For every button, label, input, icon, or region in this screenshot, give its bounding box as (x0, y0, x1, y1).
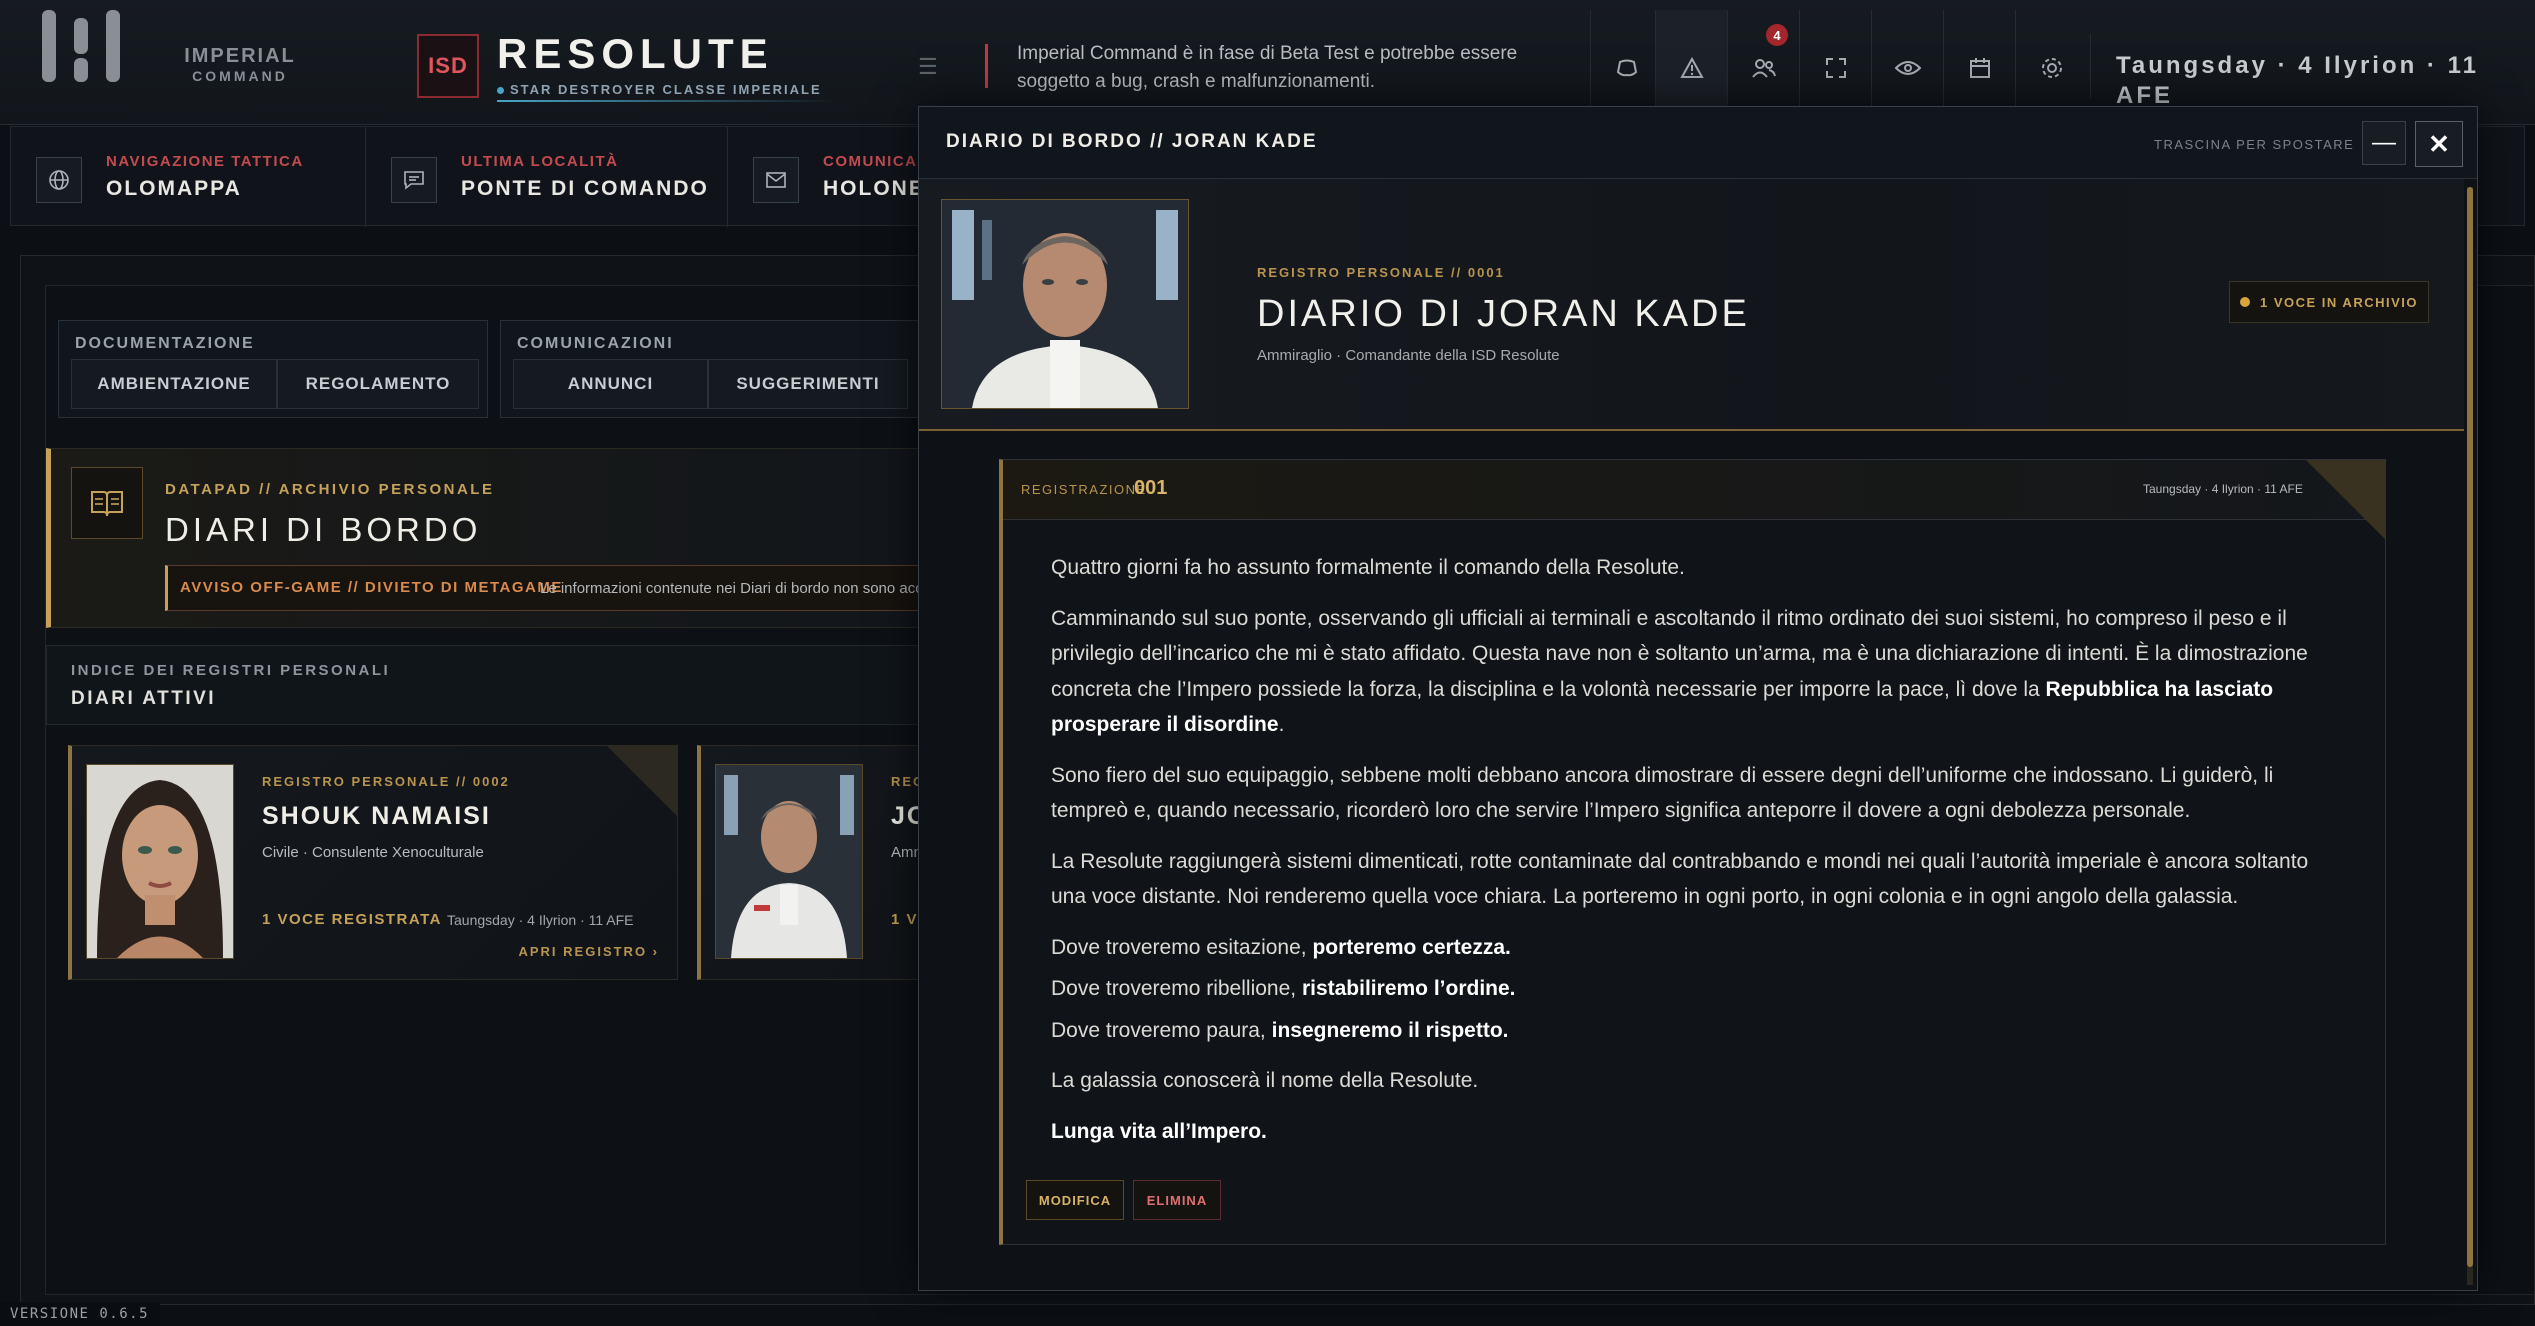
notification-badge: 4 (1766, 24, 1788, 46)
page-title: DIARI DI BORDO (165, 511, 482, 548)
entry-label: REGISTRAZIONE (1021, 482, 1147, 497)
ship-class-text: STAR DESTROYER CLASSE IMPERIALE (510, 82, 822, 97)
nav-ponte-di-comando[interactable]: ULTIMA LOCALITÀ PONTE DI COMANDO (366, 127, 728, 227)
diari-header: DATAPAD // ARCHIVIO PERSONALE DIARI DI B… (46, 448, 955, 628)
entry-text: Dove troveremo esitazione, (1051, 935, 1313, 959)
entry-text: . (1278, 713, 1285, 736)
entry-header: REGISTRAZIONE 001 Taungsday · 4 Ilyrion … (1003, 460, 2386, 540)
diary-entry: REGISTRAZIONE 001 Taungsday · 4 Ilyrion … (999, 459, 2386, 1245)
card-entry-count: 1 VOCE REGISTRATA (262, 911, 442, 928)
beta-notice: Imperial Command è in fase di Beta Test … (1017, 43, 1518, 92)
card-entry-count: 1 V (891, 911, 919, 928)
card-role: Civile · Consulente Xenoculturale (262, 844, 484, 861)
entry-emphasis: porteremo certezza. (1312, 935, 1511, 959)
registri-index-header: INDICE DEI REGISTRI PERSONALI DIARI ATTI… (46, 645, 946, 725)
drag-hint: TRASCINA PER SPOSTARE (2154, 137, 2355, 152)
tabgroup-comunicazioni: COMUNICAZIONI ANNUNCI SUGGERIMENTI (500, 320, 940, 418)
tabgroup-documentazione: DOCUMENTAZIONE AMBIENTAZIONE REGOLAMENTO (58, 320, 488, 418)
menu-icon[interactable]: ☰ (918, 56, 942, 78)
globe-icon (36, 157, 82, 203)
index-kicker: INDICE DEI REGISTRI PERSONALI (71, 662, 391, 679)
entry-paragraph: Sono fiero del suo equipaggio, sebbene m… (1051, 763, 2274, 823)
close-button[interactable]: ✕ (2415, 121, 2463, 167)
entry-line: Dove troveremo paura, insegneremo il ris… (1051, 1013, 2341, 1049)
entry-line: Dove troveremo esitazione, porteremo cer… (1051, 930, 2341, 966)
delete-button[interactable]: ELIMINA (1133, 1180, 1221, 1220)
mail-icon (753, 157, 799, 203)
nav-value: OLOMAPPA (106, 177, 242, 200)
diary-modal: DIARIO DI BORDO // JORAN KADE TRASCINA P… (918, 106, 2478, 1291)
tab-annunci[interactable]: ANNUNCI (513, 359, 708, 409)
nav-value: PONTE DI COMANDO (461, 177, 709, 200)
archive-count-badge: 1 VOCE IN ARCHIVIO (2229, 281, 2429, 323)
entry-paragraph: La galassia conoscerà il nome della Reso… (1051, 1069, 1479, 1092)
scrollbar-thumb[interactable] (2467, 187, 2473, 1267)
entry-date: Taungsday · 4 Ilyrion · 11 AFE (2143, 482, 2303, 496)
entry-closing: Lunga vita all’Impero. (1051, 1119, 1267, 1143)
hero-kicker: REGISTRO PERSONALE // 0001 (1257, 265, 1505, 280)
tabgroup-title: COMUNICAZIONI (517, 335, 674, 352)
ship-underline (497, 100, 837, 102)
ship-prefix-badge: ISD (417, 34, 479, 98)
metagame-warning: AVVISO OFF-GAME // DIVIETO DI METAGAME L… (165, 565, 955, 611)
badge-text: 1 VOCE IN ARCHIVIO (2260, 294, 2418, 310)
card-corner (607, 746, 677, 816)
open-register-link[interactable]: APRI REGISTRO › (518, 944, 659, 959)
diary-card-shouk-namaisi[interactable]: REGISTRO PERSONALE // 0002 SHOUK NAMAISI… (68, 745, 678, 980)
edit-button[interactable]: MODIFICA (1026, 1180, 1124, 1220)
diary-title: DIARIO DI JORAN KADE (1257, 293, 1750, 335)
tabgroup-title: DOCUMENTAZIONE (75, 335, 255, 352)
nav-olomappa[interactable]: NAVIGAZIONE TATTICA OLOMAPPA (11, 127, 366, 227)
entry-line: Dove troveremo ribellione, ristabiliremo… (1051, 971, 2341, 1007)
status-dot-icon (497, 87, 504, 95)
ship-class: STAR DESTROYER CLASSE IMPERIALE (497, 82, 822, 97)
card-name: SHOUK NAMAISI (262, 802, 491, 830)
chat-icon (391, 157, 437, 203)
diary-owner-role: Ammiraglio · Comandante della ISD Resolu… (1257, 347, 1560, 364)
status-dot-icon (2240, 297, 2250, 307)
book-icon (71, 467, 143, 539)
brand-line-2: COMMAND (192, 68, 288, 84)
entry-paragraph: La Resolute raggiungerà sistemi dimentic… (1051, 849, 2309, 909)
minimize-button[interactable]: — (2362, 121, 2406, 165)
diary-hero: REGISTRO PERSONALE // 0001 DIARIO DI JOR… (919, 179, 2464, 431)
logo-mark-icon (38, 10, 128, 90)
ship-name: RESOLUTE (497, 30, 774, 77)
portrait-avatar (86, 764, 234, 959)
tab-regolamento[interactable]: REGOLAMENTO (277, 359, 479, 409)
entry-paragraph: Quattro giorni fa ho assunto formalmente… (1051, 556, 1685, 579)
entry-emphasis: insegneremo il rispetto. (1271, 1018, 1509, 1042)
portrait-avatar (941, 199, 1189, 409)
brand-line-1: IMPERIAL (184, 45, 296, 67)
index-title: DIARI ATTIVI (71, 688, 217, 709)
beta-accent-bar (985, 44, 988, 88)
diari-kicker: DATAPAD // ARCHIVIO PERSONALE (165, 481, 495, 498)
current-date: Taungsday · 4 Ilyrion · 11 AFE (2090, 34, 2530, 109)
card-kicker: REGISTRO PERSONALE // 0002 (262, 774, 510, 789)
warning-label: AVVISO OFF-GAME // DIVIETO DI METAGAME (180, 579, 563, 596)
tab-ambientazione[interactable]: AMBIENTAZIONE (71, 359, 277, 409)
brand-logo: IMPERIAL COMMAND (170, 46, 310, 92)
modal-title: DIARIO DI BORDO // JORAN KADE (946, 131, 1318, 152)
nav-label: NAVIGAZIONE TATTICA (106, 153, 304, 170)
entry-text: Dove troveremo ribellione, (1051, 977, 1302, 1000)
nav-label: ULTIMA LOCALITÀ (461, 153, 619, 170)
entry-body: Quattro giorni fa ho assunto formalmente… (1051, 550, 2341, 1164)
version-label: VERSIONE 0.6.5 (0, 1302, 160, 1326)
entry-paragraph: Camminando sul suo ponte, osservando gli… (1051, 601, 2341, 743)
entry-text: Dove troveremo paura, (1051, 1018, 1272, 1042)
portrait-avatar (715, 764, 863, 959)
card-date: Taungsday · 4 Ilyrion · 11 AFE (447, 912, 634, 928)
entry-emphasis: ristabiliremo l’ordine. (1301, 977, 1516, 1000)
entry-corner (2306, 460, 2386, 540)
warning-text: Le informazioni contenute nei Diari di b… (540, 580, 923, 597)
modal-header-drag-handle[interactable]: DIARIO DI BORDO // JORAN KADE TRASCINA P… (919, 107, 2477, 179)
tab-suggerimenti[interactable]: SUGGERIMENTI (708, 359, 908, 409)
entry-number: 001 (1134, 477, 1168, 499)
nav-label: COMUNICAZ (823, 153, 929, 170)
